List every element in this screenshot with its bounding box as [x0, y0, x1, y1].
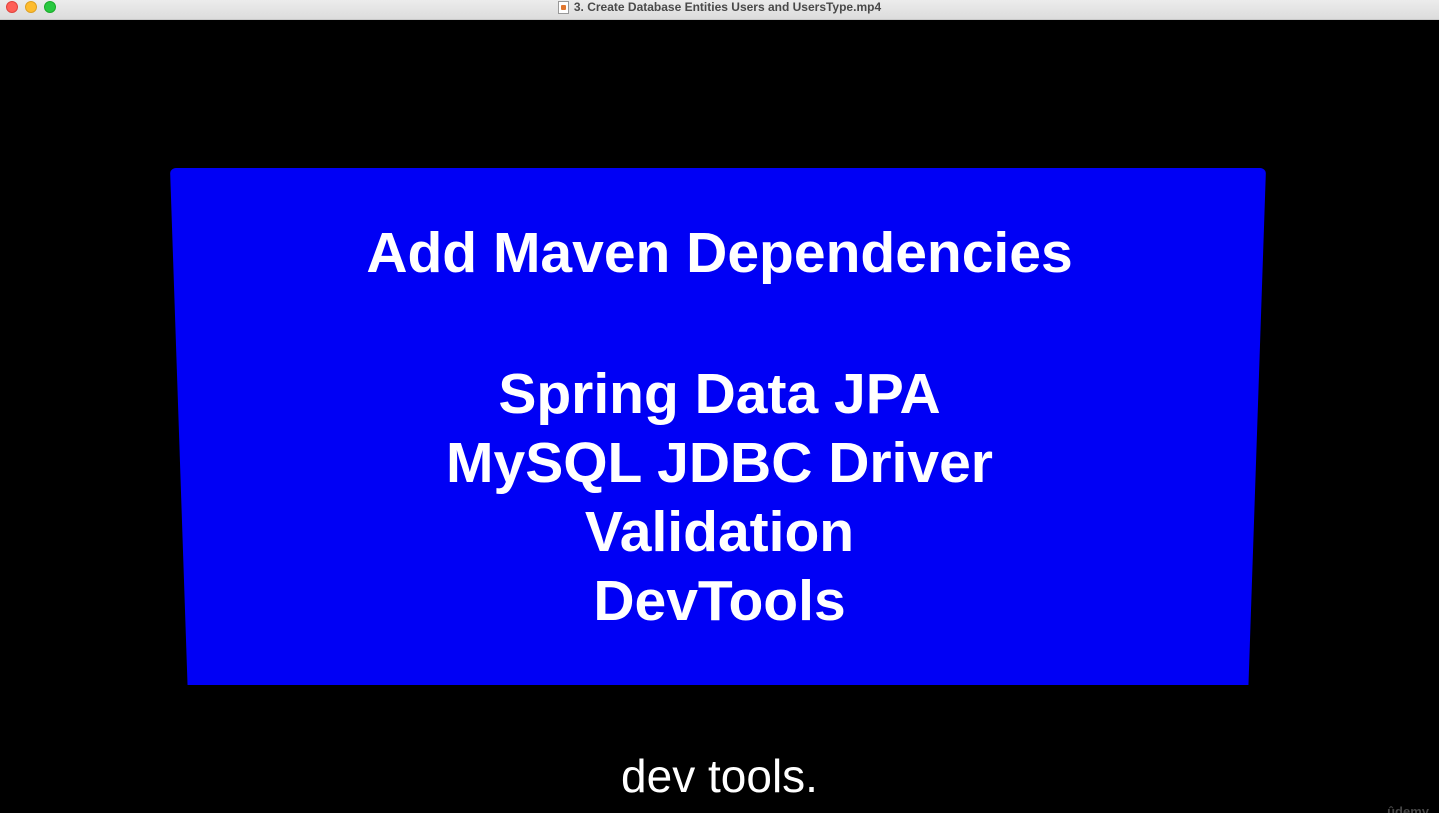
video-file-icon	[557, 0, 569, 14]
window-title: 3. Create Database Entities Users and Us…	[573, 0, 882, 14]
dependency-item-devtools: DevTools	[593, 569, 846, 633]
dependency-item-mysql-jdbc-driver: MySQL JDBC Driver	[446, 431, 993, 495]
window-title-group: 3. Create Database Entities Users and Us…	[0, 0, 1439, 14]
slide-heading: Add Maven Dependencies	[366, 221, 1073, 285]
video-subtitle: dev tools.	[621, 750, 818, 802]
udemy-watermark: ûdemy	[1387, 804, 1429, 813]
dependency-item-spring-data-jpa: Spring Data JPA	[498, 362, 941, 426]
window-titlebar: 3. Create Database Entities Users and Us…	[0, 0, 1439, 20]
dependency-item-validation: Validation	[584, 500, 855, 564]
dependency-list: Spring Data JPA MySQL JDBC Driver Valida…	[0, 360, 1439, 636]
